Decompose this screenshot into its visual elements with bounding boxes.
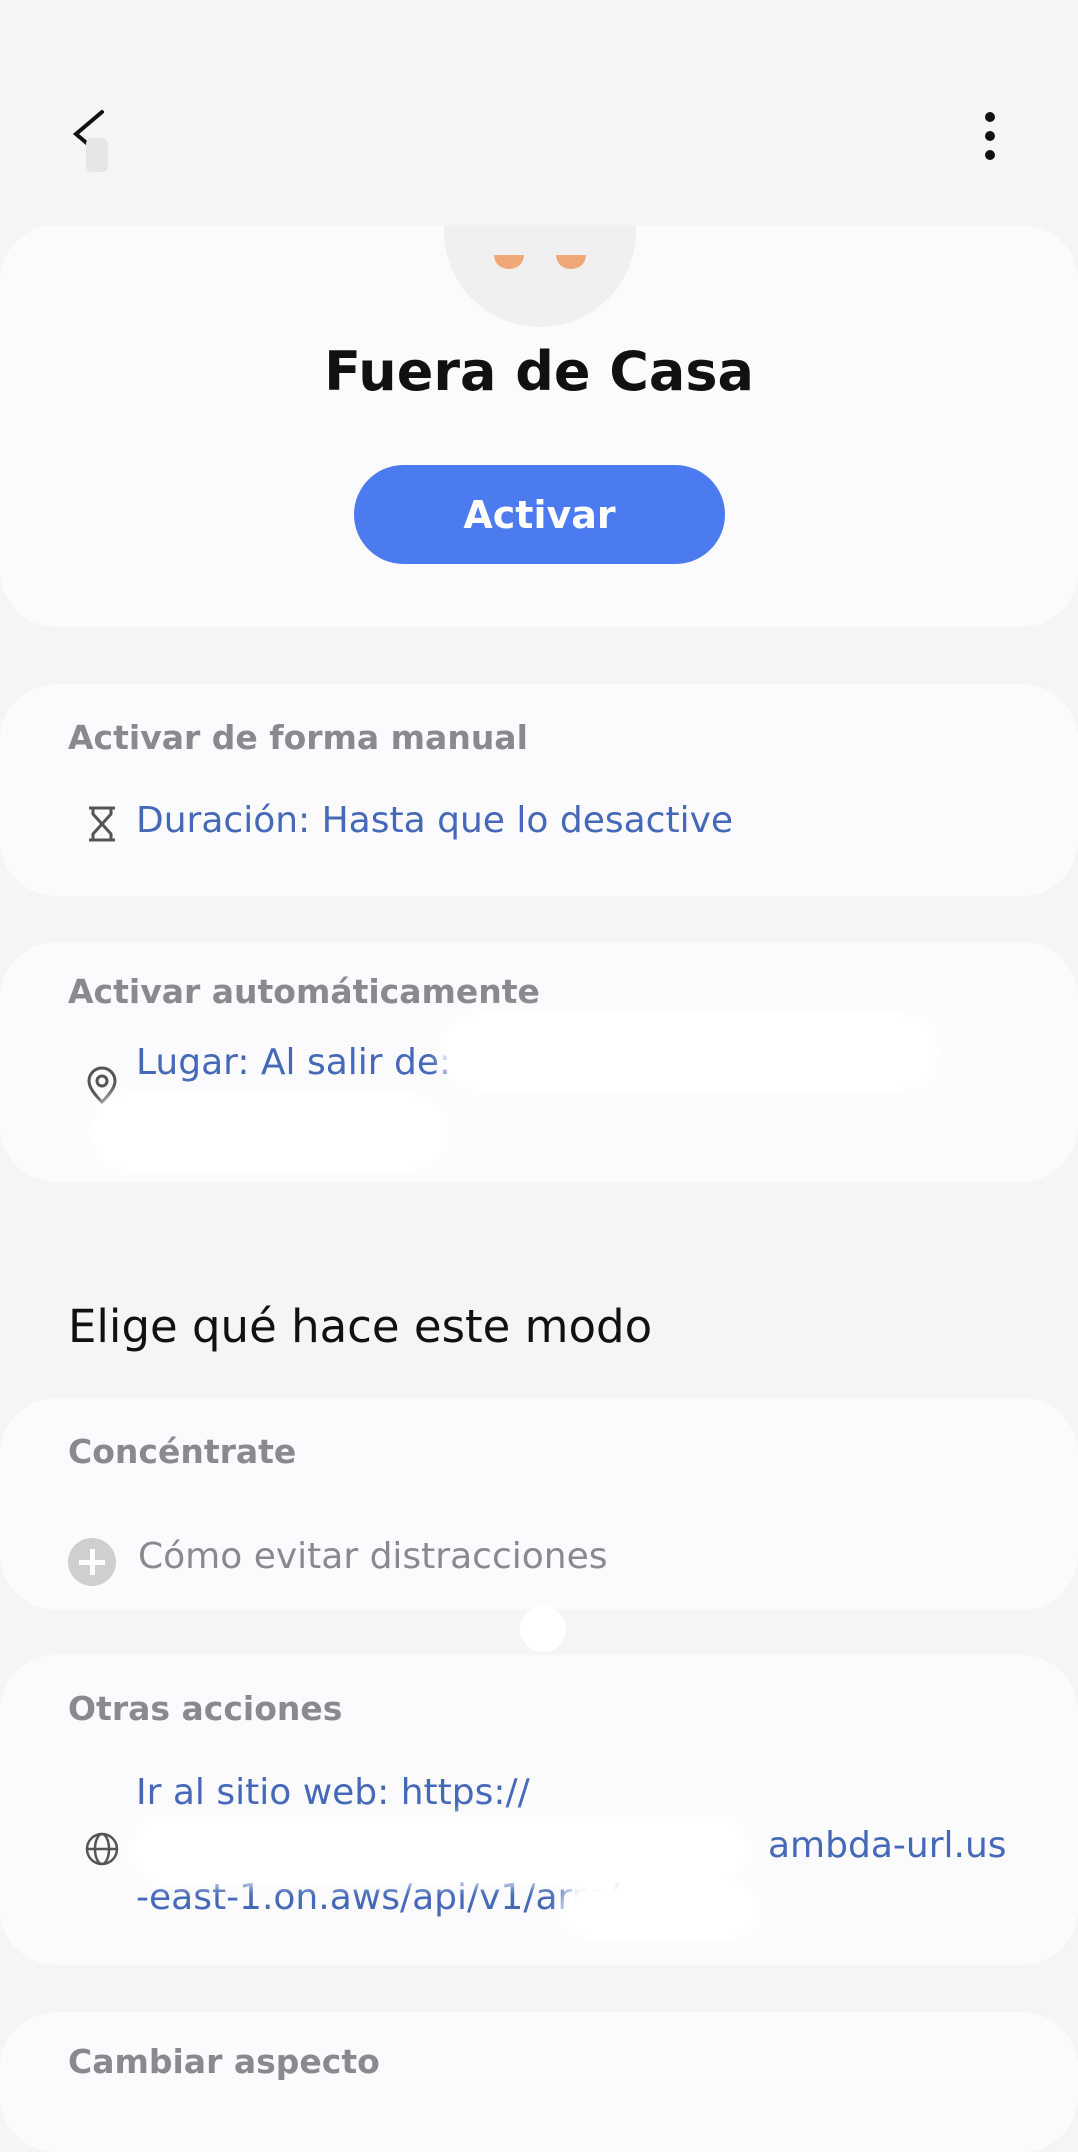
section-heading: Elige qué hace este modo <box>68 1300 653 1353</box>
mode-icon-detail <box>556 255 586 269</box>
focus-section-label: Concéntrate <box>68 1432 297 1471</box>
mode-title: Fuera de Casa <box>324 340 754 403</box>
more-vert-dot <box>985 150 995 160</box>
top-app-bar <box>0 0 1078 225</box>
more-vert-dot <box>985 131 995 141</box>
redacted-area <box>560 1880 760 1940</box>
other-section-label: Otras acciones <box>68 1689 343 1728</box>
change-appearance-card: Cambiar aspecto <box>0 2012 1078 2152</box>
mode-icon-detail <box>494 255 524 269</box>
duration-link[interactable]: Duración: Hasta que lo desactive <box>136 800 733 841</box>
activate-button[interactable]: Activar <box>354 465 725 564</box>
back-arrow-icon <box>72 110 108 172</box>
focus-card: Concéntrate Cómo evitar distracciones <box>0 1398 1078 1610</box>
auto-section-label: Activar automáticamente <box>68 972 540 1011</box>
globe-icon <box>84 1829 120 1869</box>
website-link-line-1[interactable]: Ir al sitio web: https:// <box>136 1772 530 1813</box>
redacted-area <box>440 1012 940 1092</box>
place-trigger-link[interactable]: Lugar: Al salir de: <box>136 1042 451 1083</box>
more-options-button[interactable] <box>968 104 1012 168</box>
auto-activation-card: Activar automáticamente Lugar: Al salir … <box>0 942 1078 1182</box>
more-vert-icon <box>985 112 995 122</box>
hourglass-icon <box>84 804 120 844</box>
manual-activation-card: Activar de forma manual Duración: Hasta … <box>0 684 1078 896</box>
mode-icon <box>444 225 636 327</box>
mode-header-card: Fuera de Casa Activar <box>0 225 1078 627</box>
decorative-dot <box>520 1606 566 1652</box>
add-circle-icon[interactable] <box>68 1538 116 1586</box>
redacted-area <box>90 1092 450 1172</box>
look-section-label: Cambiar aspecto <box>68 2042 380 2081</box>
manual-section-label: Activar de forma manual <box>68 718 528 757</box>
back-button[interactable] <box>56 100 120 180</box>
other-actions-card: Otras acciones Ir al sitio web: https://… <box>0 1655 1078 1965</box>
redacted-area <box>130 1815 750 1885</box>
website-link-line-2[interactable]: ambda-url.us <box>768 1825 1007 1866</box>
avoid-distractions-item[interactable]: Cómo evitar distracciones <box>138 1536 608 1577</box>
